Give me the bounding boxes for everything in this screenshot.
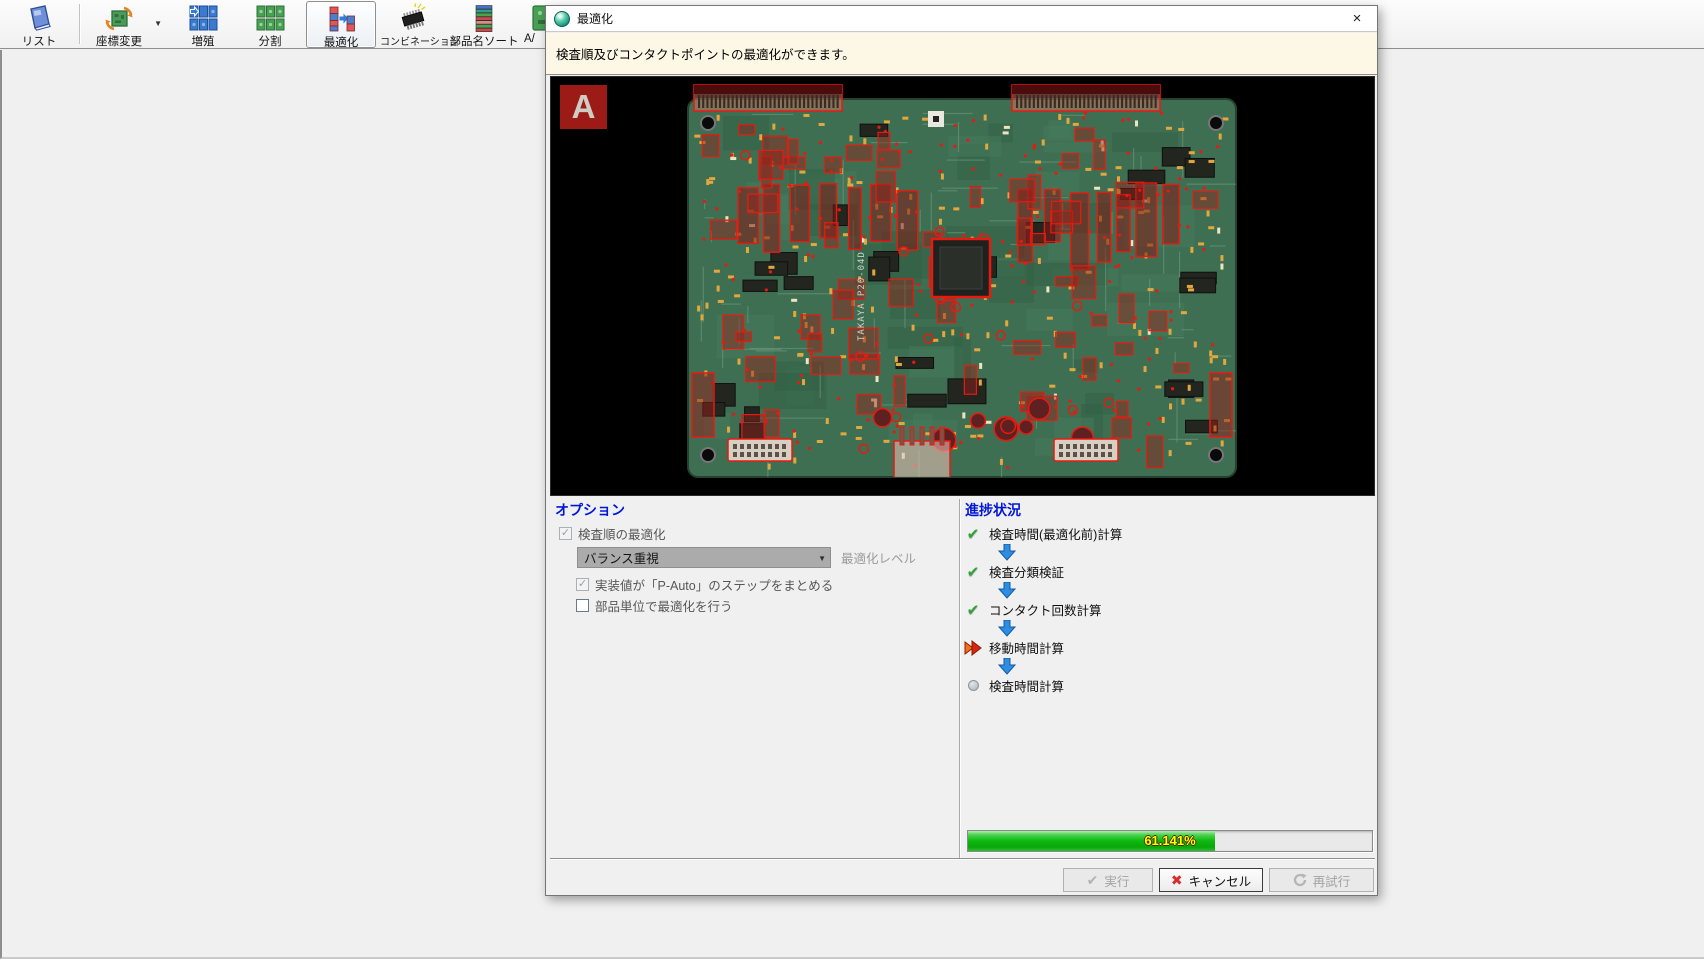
ic-chip-icon	[401, 3, 426, 30]
optimize-level-row: バランス重視 ▼ 最適化レベル	[577, 547, 916, 568]
retry-button: 再試行	[1269, 868, 1374, 892]
cancel-button[interactable]: ✖ キャンセル	[1159, 868, 1263, 892]
red-double-arrow-icon: ✔	[964, 639, 982, 656]
progress-step: ✔ 検査時間(最適化前)計算	[964, 525, 1123, 543]
down-arrow-icon	[998, 620, 1016, 637]
checkbox-icon: ✓	[559, 527, 572, 540]
chevron-down-icon[interactable]: ▼	[154, 19, 162, 28]
dialog-titlebar[interactable]: 最適化 ×	[546, 6, 1377, 32]
board-side-badge: A	[560, 85, 607, 129]
green-check-icon: ✔	[966, 525, 980, 543]
board-image-area: A TAKAYA P20-04D	[550, 76, 1375, 496]
toolbar-button-split[interactable]: 分割	[242, 1, 298, 48]
toolbar-label: 座標変更	[96, 36, 142, 48]
sorted-bars-icon	[475, 5, 493, 32]
progress-step: ✔ コンタクト回数計算	[964, 601, 1102, 619]
toolbar-button-coordinate-change[interactable]: 座標変更 ▼	[88, 1, 162, 48]
checkbox-pauto-steps: ✓ 実装値が「P-Auto」のステップをまとめる	[576, 577, 834, 593]
options-header: オプション	[555, 502, 625, 518]
checkbox-label: 部品単位で最適化を行う	[595, 600, 733, 614]
toolbar-label: 増殖	[191, 36, 215, 48]
dialog-title: 最適化	[577, 12, 614, 26]
optimize-level-dropdown: バランス重視 ▼	[577, 547, 831, 568]
progress-step: ✔ 検査時間計算	[964, 677, 1064, 694]
pcb-preview: TAKAYA P20-04D	[682, 83, 1242, 489]
toolbar-label: リスト	[21, 36, 57, 48]
multiply-boards-icon	[189, 5, 218, 31]
green-check-icon: ✔	[966, 601, 980, 619]
toolbar-button-list[interactable]: リスト	[10, 1, 68, 48]
toolbar-label: 最適化	[323, 37, 359, 49]
toolbar-button-multiply[interactable]: 増殖	[172, 1, 234, 48]
button-label: 再試行	[1312, 874, 1351, 889]
chevron-down-icon: ▼	[818, 554, 826, 563]
execute-button: ✔ 実行	[1063, 868, 1153, 892]
step-label: 検査時間計算	[989, 680, 1065, 694]
dialog-info-bar: 検査順及びコンタクトポイントの最適化ができます。	[546, 33, 1377, 75]
checkbox-label: 実装値が「P-Auto」のステップをまとめる	[595, 579, 834, 593]
red-x-icon: ✖	[1170, 871, 1183, 888]
step-label: 検査分類検証	[989, 566, 1065, 580]
button-label: 実行	[1104, 874, 1130, 889]
progress-step: ✔ 移動時間計算	[964, 639, 1064, 656]
toolbar-label: コンビネーション	[380, 37, 460, 48]
dialog-info-text: 検査順及びコンタクトポイントの最適化ができます。	[556, 48, 855, 62]
optimize-bars-icon	[329, 6, 355, 32]
check-icon: ✔	[1086, 871, 1099, 888]
dropdown-value: バランス重視	[584, 552, 659, 566]
down-arrow-icon	[998, 582, 1016, 599]
coordinate-change-icon	[105, 6, 133, 31]
button-label: キャンセル	[1188, 874, 1252, 889]
down-arrow-icon	[998, 658, 1016, 675]
step-label: 移動時間計算	[989, 642, 1065, 656]
progress-percent-label: 61.141%	[1144, 833, 1196, 848]
progress-header: 進捗状況	[965, 502, 1021, 518]
close-icon[interactable]: ×	[1345, 8, 1369, 30]
checkbox-icon[interactable]: ✓	[576, 599, 589, 612]
options-panel: オプション ✓ 検査順の最適化 バランス重視 ▼ 最適化レベル ✓ 実装値が「P…	[551, 499, 959, 858]
green-sphere-icon	[554, 10, 570, 27]
toolbar-button-optimize[interactable]: 最適化	[306, 1, 376, 49]
pcb-image: TAKAYA P20-04D	[687, 84, 1237, 478]
step-label: コンタクト回数計算	[989, 604, 1102, 618]
progress-step: ✔ 検査分類検証	[964, 563, 1065, 581]
checkbox-icon: ✓	[576, 578, 589, 591]
toolbar-separator	[79, 4, 80, 44]
optimize-level-label: 最適化レベル	[841, 552, 917, 566]
checkbox-per-part-optimize[interactable]: ✓ 部品単位で最適化を行う	[576, 598, 733, 614]
optimize-dialog: 最適化 × 検査順及びコンタクトポイントの最適化ができます。 A TAKAYA …	[545, 5, 1378, 896]
down-arrow-icon	[998, 544, 1016, 561]
toolbar-button-combination[interactable]: コンビネーション	[380, 1, 460, 48]
svg-text:TAKAYA P20-04D: TAKAYA P20-04D	[857, 251, 867, 341]
split-boards-icon	[256, 5, 285, 31]
gray-circle-icon: ✔	[964, 678, 982, 694]
panel-bottom-divider	[550, 858, 1375, 859]
green-check-icon: ✔	[966, 563, 980, 581]
toolbar-button-part-name-sort[interactable]: 部品名ソート	[448, 1, 520, 48]
checkbox-inspection-order: ✓ 検査順の最適化	[559, 526, 666, 542]
step-label: 検査時間(最適化前)計算	[989, 528, 1123, 542]
checkbox-label: 検査順の最適化	[578, 528, 666, 542]
retry-arrow-icon	[1293, 873, 1307, 887]
progress-bar: 61.141%	[967, 830, 1373, 852]
toolbar-label: 部品名ソート	[449, 36, 519, 48]
progress-panel: 進捗状況 ✔ 検査時間(最適化前)計算 ✔ 検査分類検証 ✔ コンタクト回数計算…	[960, 499, 1375, 858]
list-book-icon	[30, 5, 51, 31]
toolbar-label: 分割	[258, 36, 282, 48]
